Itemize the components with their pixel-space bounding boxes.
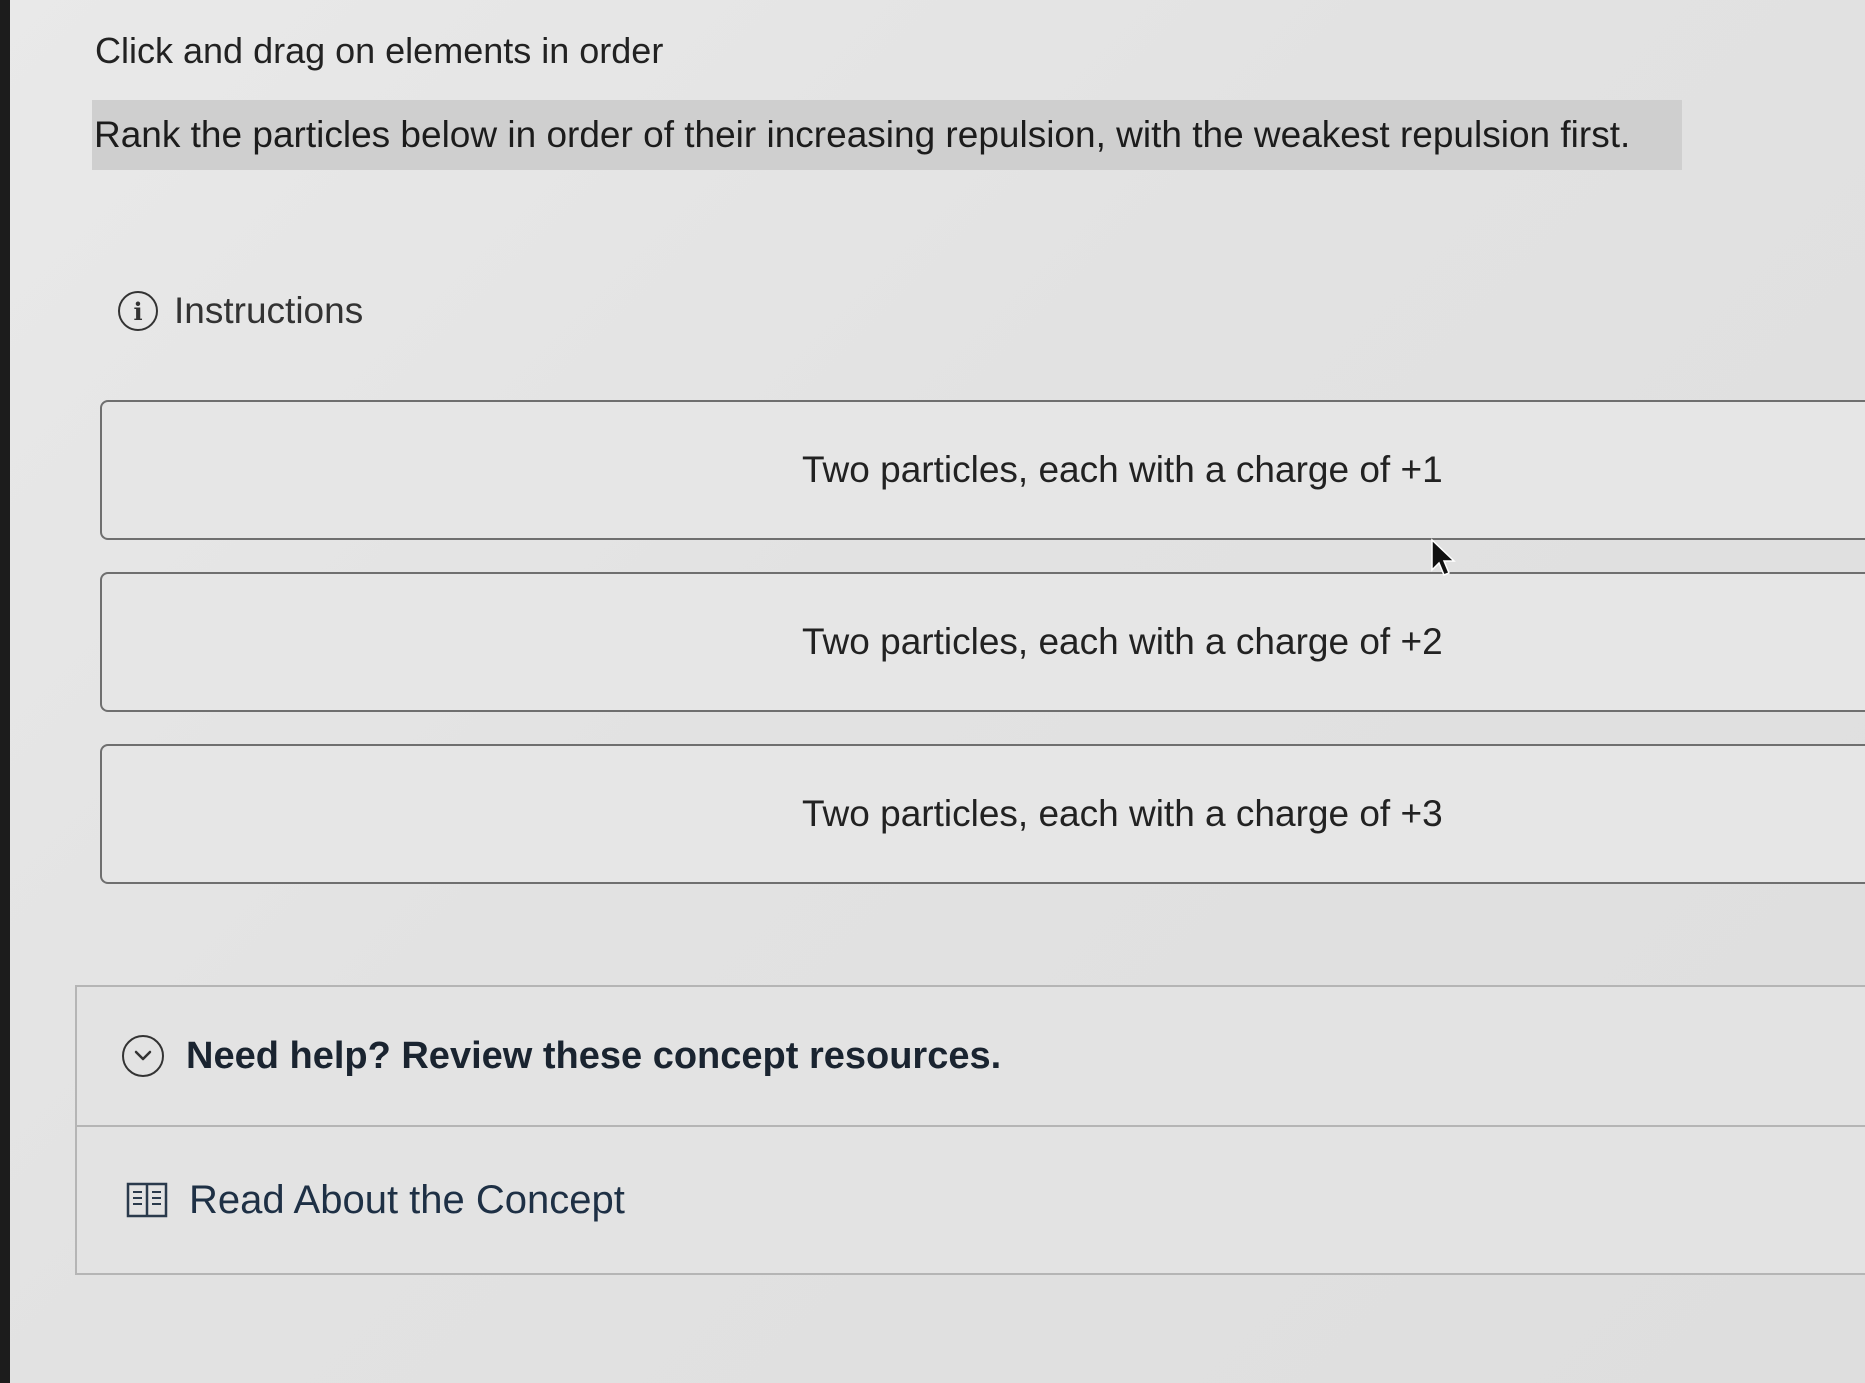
rank-item-label: Two particles, each with a charge of +3 [802,793,1443,834]
question-type-heading: Click and drag on elements in order [95,30,664,71]
instructions-toggle[interactable]: i Instructions [118,290,363,332]
question-prompt-text: Rank the particles below in order of the… [94,114,1631,155]
rank-item-charge-3[interactable]: Two particles, each with a charge of +3 [100,744,1865,884]
mouse-pointer-icon [1430,538,1456,578]
rank-item-label: Two particles, each with a charge of +2 [802,621,1443,662]
help-panel-title: Need help? Review these concept resource… [186,1034,1002,1077]
read-about-concept-label: Read About the Concept [189,1177,625,1222]
info-icon: i [118,291,158,331]
rank-item-label: Two particles, each with a charge of +1 [802,449,1443,490]
rank-item-charge-1[interactable]: Two particles, each with a charge of +1 [100,400,1865,540]
page: Click and drag on elements in order Rank… [0,0,1865,1383]
instructions-label: Instructions [174,290,364,331]
read-about-concept-link[interactable]: Read About the Concept [77,1127,1865,1273]
question-prompt: Rank the particles below in order of the… [92,100,1682,170]
help-panel-toggle[interactable]: Need help? Review these concept resource… [77,987,1865,1127]
help-panel: Need help? Review these concept resource… [75,985,1865,1275]
chevron-down-icon [122,1035,164,1077]
rank-item-charge-2[interactable]: Two particles, each with a charge of +2 [100,572,1865,712]
book-icon [125,1180,169,1220]
rank-list: Two particles, each with a charge of +1 … [100,400,1865,916]
